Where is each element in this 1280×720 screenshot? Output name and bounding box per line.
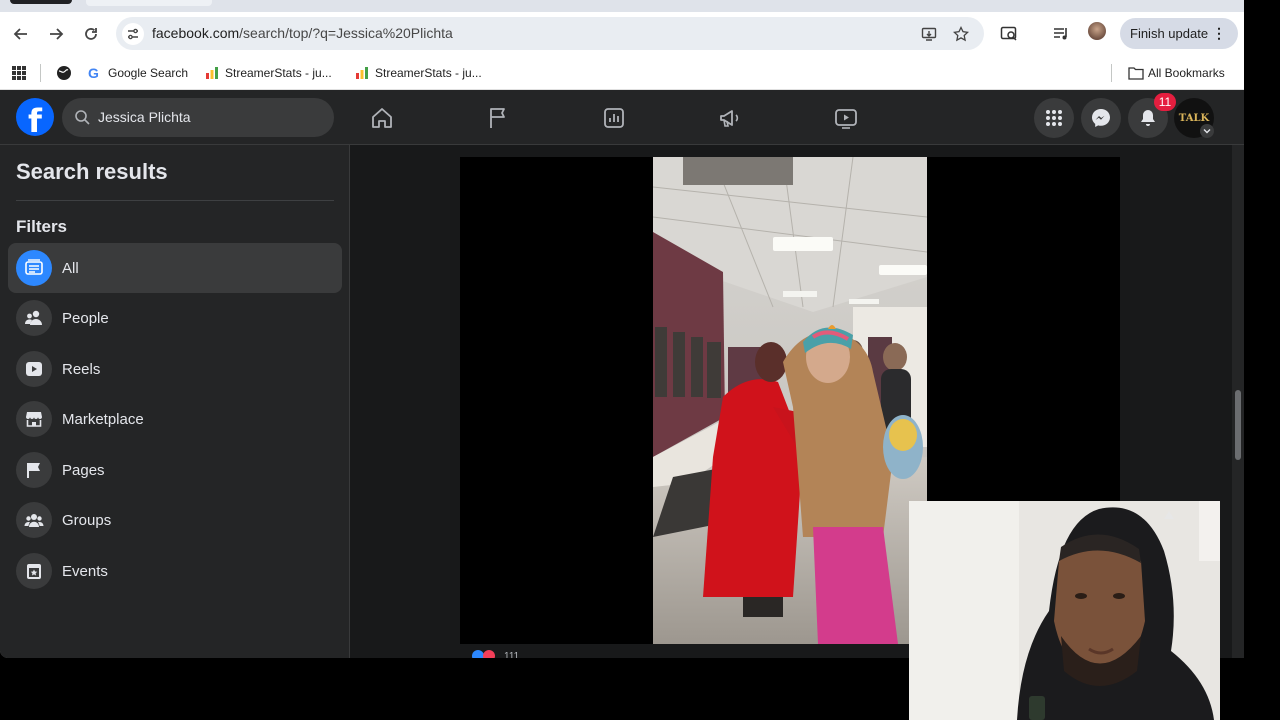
browser-toolbar: facebook.com/search/top/?q=Jessica%20Pli…: [0, 12, 1244, 56]
filter-label: Reels: [62, 360, 101, 378]
messenger-icon: [1092, 109, 1110, 127]
more-vert-icon[interactable]: ⋮: [1212, 25, 1226, 42]
bookmark-google-search[interactable]: G Google Search: [88, 63, 188, 83]
avatar-text: TALK: [1178, 112, 1210, 124]
back-button[interactable]: [9, 22, 33, 46]
nav-pages[interactable]: [484, 104, 512, 132]
search-sidebar: Search results Filters All People Reels …: [0, 145, 350, 658]
apps-icon[interactable]: [11, 63, 27, 83]
filter-all[interactable]: All: [8, 243, 342, 293]
bookmarks-bar: G Google Search StreamerStats - ju... St…: [0, 56, 1244, 90]
url-path: /search/top/?q=Jessica%20Plichta: [239, 25, 453, 41]
nav-home[interactable]: [368, 104, 396, 132]
google-icon: G: [88, 65, 99, 81]
reactions-summary[interactable]: 111: [472, 650, 519, 658]
chevron-down-icon[interactable]: [1200, 124, 1214, 138]
grid-menu-icon: [1046, 110, 1062, 126]
webcam-feed-image: [909, 501, 1220, 720]
filter-groups[interactable]: Groups: [8, 495, 342, 545]
filters-heading: Filters: [16, 217, 68, 236]
bar-chart-icon: [355, 66, 369, 80]
video-icon: [835, 109, 857, 129]
lens-search-icon[interactable]: [998, 23, 1020, 45]
groups-icon: [16, 502, 52, 538]
tab-active[interactable]: [10, 0, 72, 4]
reload-button[interactable]: [79, 22, 103, 46]
url-text: facebook.com/search/top/?q=Jessica%20Pli…: [152, 25, 453, 41]
tab-strip: [0, 0, 1244, 12]
tab-inactive[interactable]: [86, 0, 212, 6]
page-title: Search results: [16, 159, 168, 184]
notification-badge: 11: [1154, 93, 1176, 111]
bookmark-label: Google Search: [108, 66, 189, 80]
bookmarks-separator: [40, 64, 41, 82]
filter-label: All: [62, 259, 79, 277]
arrow-right-icon: [50, 28, 64, 40]
bookmark-label: StreamerStats - ju...: [225, 66, 332, 80]
folder-icon: [1128, 66, 1144, 80]
filter-label: Events: [62, 562, 108, 580]
bookmark-label: StreamerStats - ju...: [375, 66, 482, 80]
filter-label: People: [62, 309, 109, 327]
nav-video[interactable]: [832, 104, 860, 132]
calendar-icon: [16, 553, 52, 589]
all-bookmarks-button[interactable]: All Bookmarks: [1128, 63, 1225, 83]
scrollbar-thumb[interactable]: [1235, 390, 1241, 460]
url-host: facebook.com: [152, 25, 240, 41]
bell-icon: [1141, 110, 1155, 126]
profile-avatar[interactable]: [1088, 22, 1106, 40]
megaphone-icon: [720, 110, 739, 127]
reload-icon: [85, 28, 97, 40]
facebook-search-input[interactable]: Jessica Plichta: [62, 98, 334, 137]
page-scrollbar[interactable]: [1232, 145, 1244, 658]
home-icon: [372, 108, 392, 128]
reels-icon: [16, 351, 52, 387]
bookmark-streamerstats-1[interactable]: StreamerStats - ju...: [205, 63, 332, 83]
site-settings-icon[interactable]: [122, 23, 144, 45]
video-still-image: [653, 157, 927, 644]
filter-label: Pages: [62, 461, 105, 479]
filter-reels[interactable]: Reels: [8, 344, 342, 394]
nav-insights[interactable]: [600, 104, 628, 132]
marketplace-icon: [16, 401, 52, 437]
love-icon: [483, 650, 495, 658]
filter-label: Groups: [62, 511, 112, 529]
bar-chart-icon: [205, 66, 219, 80]
messenger-button[interactable]: [1081, 98, 1121, 138]
bookmarks-separator: [1111, 64, 1112, 82]
bookmark-star-icon[interactable]: [951, 24, 971, 44]
people-icon: [16, 300, 52, 336]
reaction-count: 111: [504, 650, 520, 659]
divider: [16, 200, 334, 201]
all-bookmarks-label: All Bookmarks: [1148, 66, 1225, 80]
filter-events[interactable]: Events: [8, 546, 342, 596]
video-frame: [653, 157, 927, 644]
logo-letter: f: [28, 102, 42, 136]
filter-marketplace[interactable]: Marketplace: [8, 394, 342, 444]
filter-label: Marketplace: [62, 410, 144, 428]
finish-update-button[interactable]: Finish update ⋮: [1120, 18, 1238, 49]
nav-ads[interactable]: [716, 104, 744, 132]
facebook-header: f Jessica Plichta 11 TALK: [0, 90, 1244, 145]
media-control-icon[interactable]: [1050, 23, 1072, 45]
filter-people[interactable]: People: [8, 293, 342, 343]
menu-button[interactable]: [1034, 98, 1074, 138]
flag-icon: [16, 452, 52, 488]
search-query: Jessica Plichta: [98, 109, 191, 125]
search-icon: [74, 109, 90, 130]
insights-icon: [604, 108, 624, 128]
forward-button[interactable]: [44, 22, 68, 46]
address-bar[interactable]: facebook.com/search/top/?q=Jessica%20Pli…: [116, 17, 984, 50]
facebook-logo[interactable]: f: [16, 98, 54, 136]
arrow-left-icon: [13, 28, 27, 40]
finish-update-label: Finish update: [1130, 26, 1209, 41]
bookmark-streamerstats-2[interactable]: StreamerStats - ju...: [355, 63, 482, 83]
filter-pages[interactable]: Pages: [8, 445, 342, 495]
feed-icon: [16, 250, 52, 286]
globe-icon[interactable]: [56, 63, 72, 83]
webcam-overlay: [909, 501, 1220, 720]
install-app-icon[interactable]: [919, 24, 939, 44]
flag-icon: [490, 108, 505, 128]
